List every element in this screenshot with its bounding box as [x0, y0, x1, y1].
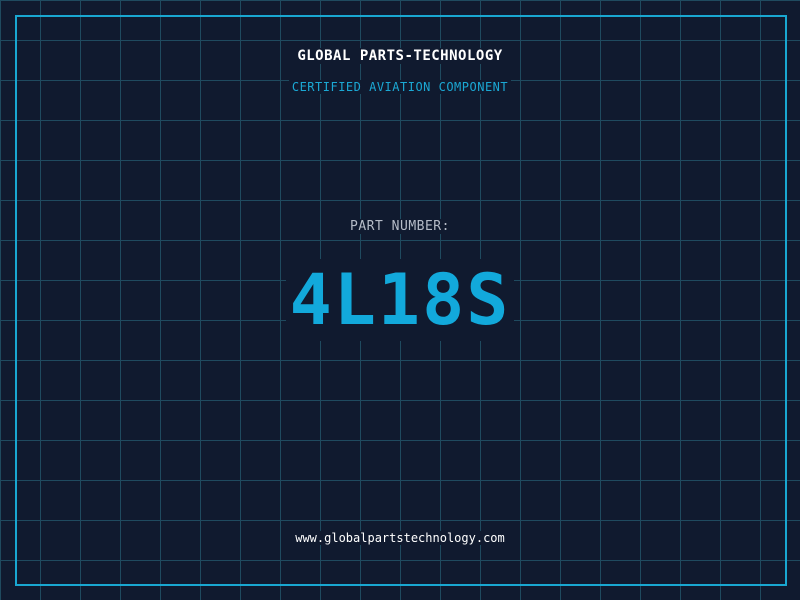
part-number: 4L18S	[0, 259, 800, 341]
part-number-label-text: PART NUMBER:	[347, 219, 453, 234]
website-url-text[interactable]: www.globalpartstechnology.com	[292, 531, 508, 545]
part-number-value: 4L18S	[285, 259, 515, 341]
company-name: GLOBAL PARTS-TECHNOLOGY	[0, 48, 800, 64]
part-number-label: PART NUMBER:	[0, 219, 800, 234]
website-url[interactable]: www.globalpartstechnology.com	[0, 531, 800, 545]
certification-subtitle-text: CERTIFIED AVIATION COMPONENT	[288, 80, 512, 94]
certification-subtitle: CERTIFIED AVIATION COMPONENT	[0, 80, 800, 94]
label-card: GLOBAL PARTS-TECHNOLOGY CERTIFIED AVIATI…	[0, 0, 800, 600]
company-name-text: GLOBAL PARTS-TECHNOLOGY	[294, 48, 506, 64]
